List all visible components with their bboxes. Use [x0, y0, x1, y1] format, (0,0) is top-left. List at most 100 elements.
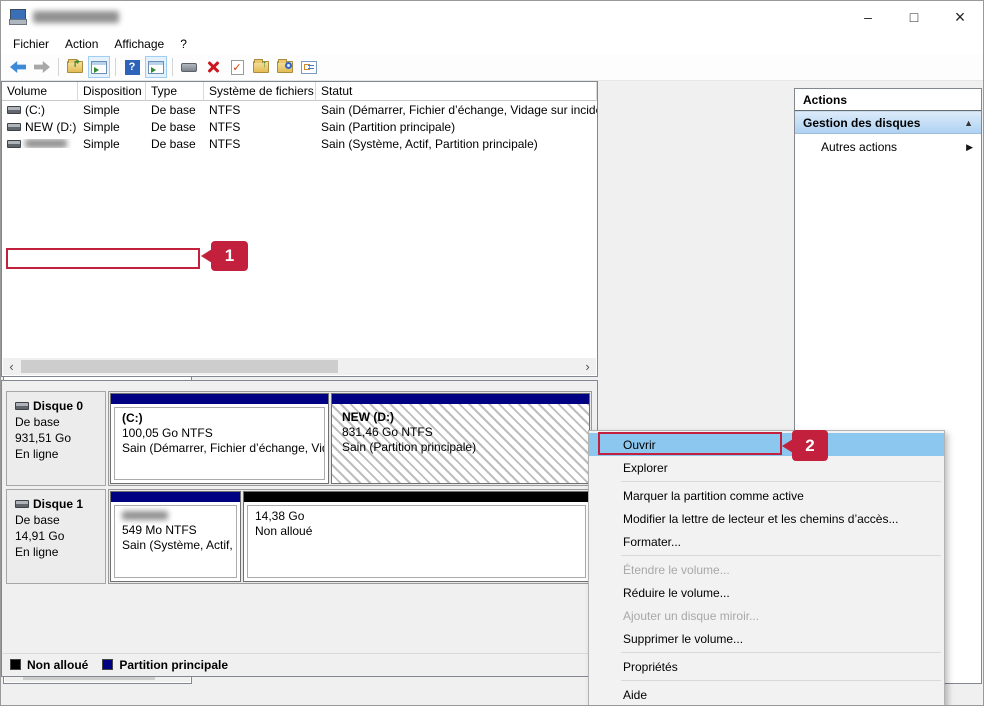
- menu-help[interactable]: ?: [172, 35, 195, 53]
- validate-button[interactable]: ✓: [226, 56, 248, 78]
- column-header-disposition[interactable]: Disposition: [78, 82, 146, 101]
- volume-name: (C:): [25, 103, 45, 117]
- volume-disposition: Simple: [78, 120, 146, 134]
- volume-fs: NTFS: [204, 103, 316, 117]
- menu-item-proprietes[interactable]: Propriétés: [589, 655, 944, 678]
- properties-icon: [301, 61, 317, 74]
- folder-up-button[interactable]: ↑: [250, 56, 272, 78]
- partition-name: NEW (D:): [342, 410, 579, 425]
- console-window-button[interactable]: [178, 56, 200, 78]
- forward-icon: [34, 61, 50, 73]
- partition-status: Non alloué: [255, 524, 578, 539]
- minimize-button[interactable]: –: [845, 1, 891, 33]
- annotation-rect-step2: [598, 432, 782, 455]
- menu-item-explorer[interactable]: Explorer: [589, 456, 944, 479]
- window-title-redacted: [33, 11, 119, 23]
- menu-item-etendre-volume: Étendre le volume...: [589, 558, 944, 581]
- legend: Non alloué Partition principale: [3, 653, 596, 675]
- forward-button[interactable]: [31, 56, 53, 78]
- actions-group-label: Gestion des disques: [803, 116, 920, 130]
- menu-item-aide[interactable]: Aide: [589, 683, 944, 706]
- disk-size: 931,51 Go: [15, 430, 105, 446]
- partition-new-d[interactable]: NEW (D:) 831,46 Go NTFS Sain (Partition …: [331, 393, 590, 484]
- column-header-type[interactable]: Type: [146, 82, 204, 101]
- volume-fs: NTFS: [204, 137, 316, 151]
- folder-search-button[interactable]: [274, 56, 296, 78]
- disk-name: Disque 1: [33, 496, 83, 512]
- scroll-left-icon[interactable]: ‹: [3, 358, 20, 375]
- annotation-rect-step1: [6, 248, 200, 269]
- menu-action[interactable]: Action: [57, 35, 106, 53]
- partition-c[interactable]: (C:) 100,05 Go NTFS Sain (Démarrer, Fich…: [110, 393, 329, 484]
- disk-status: En ligne: [15, 544, 105, 560]
- menu-item-ajouter-disque-miroir: Ajouter un disque miroir...: [589, 604, 944, 627]
- autres-actions-item[interactable]: Autres actions ▶: [795, 134, 981, 160]
- close-button[interactable]: ×: [937, 1, 983, 33]
- partition-color-bar: [111, 394, 328, 404]
- actions-group-gestion-des-disques[interactable]: Gestion des disques ▲: [795, 111, 981, 134]
- column-header-statut[interactable]: Statut: [316, 82, 597, 101]
- volume-name: NEW (D:): [25, 120, 76, 134]
- validate-document-icon: ✓: [231, 60, 244, 75]
- back-icon: [10, 61, 26, 73]
- menubar: Fichier Action Affichage ?: [1, 33, 983, 54]
- partition-name-redacted: [122, 511, 168, 520]
- delete-button[interactable]: [202, 56, 224, 78]
- volume-type: De base: [146, 137, 204, 151]
- delete-icon: [206, 60, 220, 74]
- menu-affichage[interactable]: Affichage: [106, 35, 172, 53]
- volume-row-new-d[interactable]: NEW (D:) Simple De base NTFS Sain (Parti…: [2, 118, 597, 135]
- volume-row-redacted[interactable]: Simple De base NTFS Sain (Système, Actif…: [2, 135, 597, 152]
- volume-type: De base: [146, 103, 204, 117]
- show-action-pane-button[interactable]: [145, 56, 167, 78]
- scrollbar-thumb[interactable]: [21, 360, 338, 373]
- back-button[interactable]: [7, 56, 29, 78]
- primary-partition-label: Partition principale: [119, 658, 228, 672]
- volume-type: De base: [146, 120, 204, 134]
- partition-status: Sain (Système, Actif, Partition principa…: [122, 538, 229, 553]
- menu-item-marquer-partition-active[interactable]: Marquer la partition comme active: [589, 484, 944, 507]
- toolbar-separator: [172, 58, 173, 76]
- menu-item-reduire-volume[interactable]: Réduire le volume...: [589, 581, 944, 604]
- volume-list-panel: Volume Disposition Type Système de fichi…: [1, 81, 598, 377]
- annotation-badge-step1: 1: [211, 241, 248, 271]
- app-icon: [9, 9, 27, 25]
- console-tree-icon: [91, 61, 107, 74]
- maximize-button[interactable]: □: [891, 1, 937, 33]
- disk-0-label[interactable]: Disque 0 De base 931,51 Go En ligne: [6, 391, 106, 486]
- volume-icon: [7, 106, 21, 114]
- partition-color-bar: [244, 492, 589, 502]
- menu-item-supprimer-volume[interactable]: Supprimer le volume...: [589, 627, 944, 650]
- disk-icon: [15, 402, 29, 410]
- column-header-volume[interactable]: Volume: [2, 82, 78, 101]
- actions-pane-title: Actions: [795, 89, 981, 111]
- action-pane-icon: [148, 61, 164, 74]
- menu-separator: [621, 555, 941, 556]
- volume-name-redacted: [25, 139, 67, 148]
- column-header-filesystem[interactable]: Système de fichiers: [204, 82, 316, 101]
- partition-system-reserved[interactable]: 549 Mo NTFS Sain (Système, Actif, Partit…: [110, 491, 241, 582]
- scroll-right-icon[interactable]: ›: [579, 358, 596, 375]
- help-button[interactable]: ?: [121, 56, 143, 78]
- partition-unallocated[interactable]: 14,38 Go Non alloué: [243, 491, 590, 582]
- volume-table-header: Volume Disposition Type Système de fichi…: [2, 82, 597, 101]
- show-console-tree-button[interactable]: [88, 56, 110, 78]
- help-icon: ?: [125, 60, 140, 75]
- menu-item-modifier-lettre-lecteur[interactable]: Modifier la lettre de lecteur et les che…: [589, 507, 944, 530]
- folder-up-icon: ↑: [253, 61, 269, 73]
- disk-kind: De base: [15, 512, 105, 528]
- disk-1-label[interactable]: Disque 1 De base 14,91 Go En ligne: [6, 489, 106, 584]
- volume-list-horizontal-scrollbar[interactable]: ‹ ›: [3, 358, 596, 375]
- titlebar: – □ ×: [1, 1, 983, 33]
- partition-color-bar: [332, 394, 589, 404]
- properties-button[interactable]: [298, 56, 320, 78]
- volume-row-c[interactable]: (C:) Simple De base NTFS Sain (Démarrer,…: [2, 101, 597, 118]
- export-list-button[interactable]: ↱: [64, 56, 86, 78]
- menu-item-formater[interactable]: Formater...: [589, 530, 944, 553]
- autres-actions-label: Autres actions: [821, 140, 897, 154]
- volume-icon: [7, 140, 21, 148]
- unallocated-swatch: [10, 659, 21, 670]
- collapse-icon[interactable]: ▲: [964, 118, 973, 128]
- menu-fichier[interactable]: Fichier: [5, 35, 57, 53]
- disk-0-partitions: (C:) 100,05 Go NTFS Sain (Démarrer, Fich…: [108, 391, 592, 486]
